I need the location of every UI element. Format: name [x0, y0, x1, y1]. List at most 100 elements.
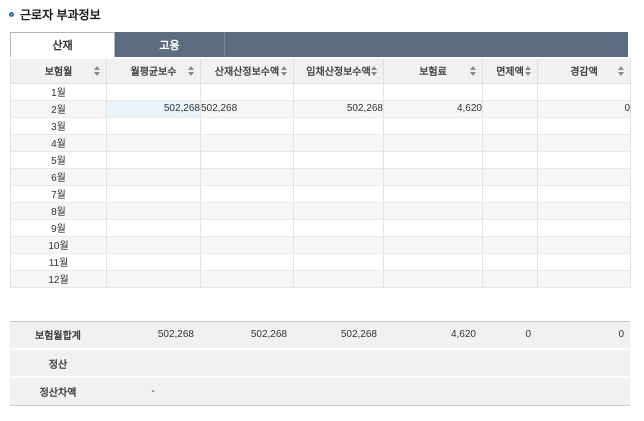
- value-cell: [106, 116, 201, 135]
- value-cell: [200, 218, 294, 237]
- column-header[interactable]: 보험월: [10, 59, 107, 84]
- summary-value-cell: [383, 376, 482, 405]
- value-cell: 502,268: [293, 99, 384, 118]
- value-cell: [383, 269, 483, 288]
- value-cell: 4,620: [383, 99, 483, 118]
- summary-row: 정산차액 -: [10, 376, 630, 405]
- value-cell: [383, 133, 483, 152]
- summary-row-label: 정산차액: [10, 376, 106, 405]
- summary-value-cell: 4,620: [383, 321, 482, 349]
- value-cell: 0: [537, 99, 631, 118]
- value-cell: [106, 201, 201, 220]
- sort-icon[interactable]: [525, 65, 531, 76]
- column-header-label: 임채산정보수액: [306, 67, 371, 79]
- value-cell: [106, 252, 201, 271]
- column-header[interactable]: 경감액: [537, 59, 631, 84]
- table-row: 12월: [10, 269, 631, 288]
- column-header-label: 면제액: [496, 67, 524, 79]
- value-cell: [293, 269, 384, 288]
- bullet-icon: [9, 11, 14, 17]
- table-row: 4월: [10, 133, 631, 152]
- value-cell: [383, 252, 483, 271]
- value-cell: [537, 201, 631, 220]
- value-cell: [106, 269, 201, 288]
- value-cell: [482, 235, 538, 254]
- value-cell: [482, 218, 538, 237]
- column-header[interactable]: 보험료: [383, 59, 483, 84]
- table-row: 8월: [10, 201, 631, 220]
- value-cell: [383, 116, 483, 135]
- value-cell: [383, 218, 483, 237]
- value-cell: [293, 184, 384, 203]
- table-row: 11월: [10, 252, 631, 271]
- value-cell: [200, 82, 294, 101]
- table-row: 7월: [10, 184, 631, 203]
- summary-value-cell: [383, 348, 482, 377]
- value-cell: [293, 252, 384, 271]
- value-cell: [200, 133, 294, 152]
- sort-icon[interactable]: [618, 65, 624, 76]
- value-cell: [383, 235, 483, 254]
- value-cell: [293, 167, 384, 186]
- value-cell: [106, 167, 201, 186]
- value-cell: [106, 150, 201, 169]
- value-cell: [482, 167, 538, 186]
- value-cell: [106, 184, 201, 203]
- summary-value-cell: [200, 376, 293, 405]
- month-cell: 5월: [10, 150, 107, 169]
- value-cell: [482, 201, 538, 220]
- value-cell: [537, 184, 631, 203]
- value-cell: [383, 167, 483, 186]
- value-cell: [537, 269, 631, 288]
- table-row: 10월: [10, 235, 631, 254]
- value-cell: [200, 201, 294, 220]
- value-cell[interactable]: 502,268: [106, 99, 201, 118]
- summary-value-cell: 0: [537, 321, 630, 349]
- summary-value-cell: [200, 348, 293, 377]
- value-cell: [106, 235, 201, 254]
- sort-icon[interactable]: [470, 65, 476, 76]
- column-header-label: 산재산정보수액: [214, 67, 280, 79]
- worker-levy-info-panel: 근로자 부과정보 산재 고용 보험월 월평균보수 산재산정보수액 임채산정보수액 보험료…: [0, 0, 644, 406]
- summary-row-label: 보험월합계: [10, 321, 106, 349]
- sort-icon[interactable]: [188, 65, 194, 76]
- value-cell: [383, 184, 483, 203]
- value-cell: [200, 184, 294, 203]
- summary-row: 정산: [10, 348, 630, 377]
- summary-row-label: 정산: [10, 348, 106, 377]
- month-cell: 11월: [10, 252, 107, 271]
- column-header[interactable]: 임채산정보수액: [293, 59, 384, 84]
- value-cell: [383, 150, 483, 169]
- sort-icon[interactable]: [94, 65, 100, 76]
- table-row: 9월: [10, 218, 631, 237]
- sort-icon[interactable]: [371, 65, 377, 76]
- value-cell: [537, 252, 631, 271]
- summary-value-cell: 0: [482, 321, 537, 349]
- summary-value-cell: [293, 348, 383, 377]
- column-header[interactable]: 월평균보수: [106, 59, 201, 84]
- summary-table: 보험월합계 502,268 502,268 502,268 4,620 0 0 정산 정산차액 -: [10, 320, 630, 406]
- table-row: 5월: [10, 150, 631, 169]
- tab-employment[interactable]: 고용: [115, 32, 225, 57]
- summary-value-cell: 502,268: [200, 321, 293, 349]
- value-cell: [383, 201, 483, 220]
- table-header-row: 보험월 월평균보수 산재산정보수액 임채산정보수액 보험료 면제액 경감액: [10, 59, 631, 84]
- value-cell: [293, 218, 384, 237]
- value-cell: [106, 82, 201, 101]
- value-cell: [482, 269, 538, 288]
- summary-value-cell: [537, 376, 630, 405]
- value-cell: 502,268: [200, 99, 294, 118]
- value-cell: [200, 235, 294, 254]
- summary-row: 보험월합계 502,268 502,268 502,268 4,620 0 0: [10, 321, 630, 349]
- column-header-label: 월평균보수: [130, 67, 177, 79]
- summary-value-cell: [482, 348, 537, 377]
- tab-industrial-accident[interactable]: 산재: [10, 32, 115, 57]
- value-cell: [293, 82, 384, 101]
- column-header[interactable]: 산재산정보수액: [200, 59, 294, 84]
- column-header[interactable]: 면제액: [482, 59, 538, 84]
- summary-value-cell: [106, 348, 200, 377]
- sort-icon[interactable]: [281, 65, 287, 76]
- month-cell: 7월: [10, 184, 107, 203]
- value-cell: [200, 252, 294, 271]
- value-cell: [200, 167, 294, 186]
